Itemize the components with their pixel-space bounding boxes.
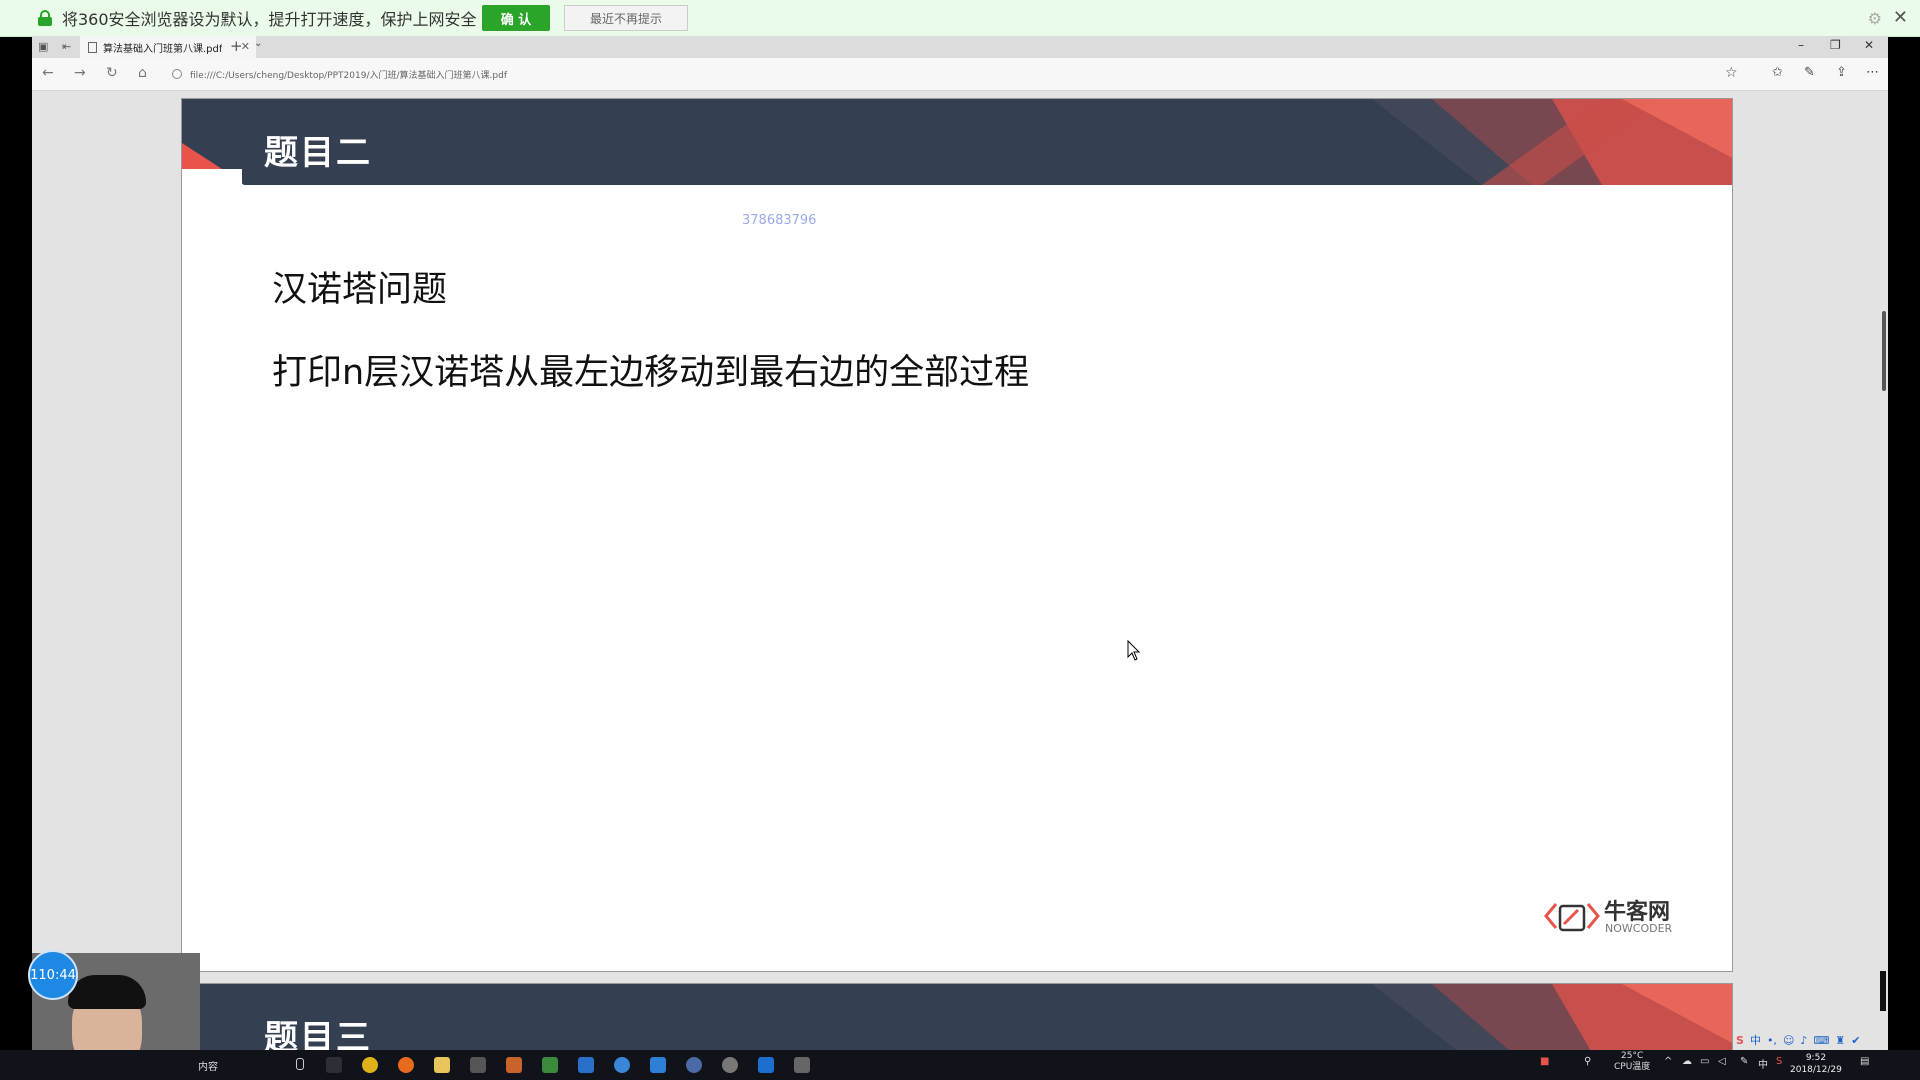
minimize-button[interactable]: –	[1798, 38, 1804, 52]
chrome-icon[interactable]	[362, 1057, 378, 1073]
forward-icon[interactable]: →	[74, 65, 86, 81]
home-icon[interactable]: ⌂	[138, 65, 147, 81]
close-icon[interactable]: ✕	[1893, 7, 1908, 28]
notification-center-icon[interactable]: ▤	[1860, 1056, 1869, 1067]
taskbar-clock[interactable]: 9:52 2018/12/29	[1790, 1052, 1842, 1076]
browser-window: ▣ ⇤ 算法基础入门班第八课.pdf ✕ + ⌄ – ❐ ✕ ← → ↻ ⌂ f…	[32, 36, 1888, 1050]
slide-page-1: 题目二 378683796 汉诺塔问题 打印n层汉诺塔从最左边移动到最右边的全部…	[181, 98, 1733, 972]
sogou-tray-icon[interactable]: S	[1776, 1056, 1782, 1067]
slide-title-2: 题目三	[264, 1018, 372, 1050]
app-icon-8[interactable]	[722, 1057, 738, 1073]
pdf-viewer[interactable]: 题目二 378683796 汉诺塔问题 打印n层汉诺塔从最左边移动到最右边的全部…	[32, 91, 1888, 1050]
mouse-cursor-icon	[1127, 640, 1141, 661]
recording-timer: 110:44	[28, 950, 78, 1000]
restore-tab-icon[interactable]: ⇤	[62, 40, 71, 53]
question-title: 汉诺塔问题	[272, 270, 448, 310]
address-bar-row: ← → ↻ ⌂ file:///C:/Users/cheng/Desktop/P…	[32, 58, 1888, 91]
scrollbar-thumb[interactable]	[1882, 311, 1886, 391]
notification-message: 将360安全浏览器设为默认，提升打开速度，保护上网安全	[62, 10, 477, 29]
slide-header: 题目二	[182, 99, 1732, 185]
cloud-icon[interactable]: ☁	[1682, 1056, 1692, 1067]
more-icon[interactable]: ⋯	[1866, 65, 1879, 80]
windows-taskbar: 内容 ■ ⚲ 25°C CPU温度 ^ ☁ ▭ ◁ ✎ 中 S 9:52 201…	[0, 1050, 1920, 1080]
ime-toolbar[interactable]: S 中 •, ☺ ♪ ⌨ ♜ ✔	[1736, 1030, 1860, 1050]
app-icon-9[interactable]	[794, 1057, 810, 1073]
tray-lang[interactable]: 中	[1758, 1056, 1768, 1071]
presenter-hair	[68, 975, 146, 1009]
dont-remind-button[interactable]: 最近不再提示	[564, 5, 688, 31]
app-icon-1[interactable]	[470, 1057, 486, 1073]
header-decoration	[182, 99, 1732, 185]
monitor-icon[interactable]: ▭	[1700, 1056, 1709, 1067]
app-icon-5[interactable]	[614, 1057, 630, 1073]
sogou-icon[interactable]: S	[1736, 1034, 1744, 1047]
app-icon-4[interactable]	[578, 1057, 594, 1073]
question-description: 打印n层汉诺塔从最左边移动到最右边的全部过程	[272, 353, 1030, 393]
bookmark-star-icon[interactable]: ☆	[1725, 65, 1738, 81]
nowcoder-logo-icon	[1544, 903, 1600, 932]
slide-page-2: 题目三	[181, 983, 1733, 1050]
document-icon	[88, 41, 97, 53]
lock-icon	[38, 10, 52, 26]
app-icon-3[interactable]	[542, 1057, 558, 1073]
app-icon-2[interactable]	[506, 1057, 522, 1073]
scrollbar-handle[interactable]	[1880, 971, 1886, 1011]
slide-title: 题目二	[264, 133, 372, 173]
file-explorer-icon[interactable]	[434, 1057, 450, 1073]
new-tab-button[interactable]: +	[230, 37, 243, 55]
url-field[interactable]: file:///C:/Users/cheng/Desktop/PPT2019/入…	[172, 63, 1732, 85]
maximize-button[interactable]: ❐	[1830, 38, 1841, 52]
share-icon[interactable]: ⇪	[1836, 65, 1847, 80]
confirm-button[interactable]: 确 认	[482, 5, 550, 31]
close-window-button[interactable]: ✕	[1864, 38, 1874, 52]
mic-icon[interactable]: ♪	[1800, 1034, 1807, 1047]
back-icon[interactable]: ←	[42, 65, 54, 81]
header-decoration-2	[1372, 984, 1732, 1050]
watermark-text: 378683796	[742, 213, 817, 228]
shirt-icon[interactable]: ♜	[1835, 1034, 1845, 1047]
edge-icon[interactable]	[758, 1057, 774, 1073]
slide-header-2: 题目三	[182, 984, 1732, 1050]
chevron-down-icon[interactable]: ⌄	[254, 38, 262, 49]
cpu-temp-value: 25°C	[1621, 1051, 1644, 1061]
tab-bar: ▣ ⇤ 算法基础入门班第八课.pdf ✕ + ⌄ – ❐ ✕	[32, 36, 1888, 58]
clock-date: 2018/12/29	[1790, 1065, 1842, 1075]
taskbar-search[interactable]: 内容	[198, 1054, 310, 1076]
emoji-icon[interactable]: ☺	[1783, 1034, 1794, 1047]
favorites-icon[interactable]: ✩	[1772, 65, 1783, 80]
punctuation-icon[interactable]: •,	[1767, 1034, 1777, 1047]
tab-title: 算法基础入门班第八课.pdf	[103, 43, 223, 55]
tray-app-icon[interactable]: ■	[1540, 1056, 1549, 1067]
nowcoder-logo: 牛客网 NOWCODER	[1542, 894, 1702, 938]
reload-icon[interactable]: ↻	[106, 65, 118, 81]
task-view-icon[interactable]	[326, 1057, 342, 1073]
ime-lang[interactable]: 中	[1750, 1032, 1761, 1048]
search-placeholder: 内容	[198, 1061, 218, 1073]
keyboard-icon[interactable]: ⌨	[1813, 1034, 1829, 1047]
tray-network-icon[interactable]: ⚲	[1584, 1056, 1591, 1067]
wrench-icon[interactable]: ✔	[1851, 1034, 1860, 1047]
firefox-icon[interactable]	[398, 1057, 414, 1073]
chevron-up-icon[interactable]: ^	[1664, 1056, 1672, 1067]
pen-tray-icon[interactable]: ✎	[1740, 1056, 1748, 1067]
pen-icon[interactable]: ✎	[1804, 65, 1815, 80]
logo-sub-text: NOWCODER	[1605, 922, 1673, 935]
clock-time: 9:52	[1805, 1053, 1827, 1063]
cpu-temp: 25°C CPU温度	[1614, 1051, 1650, 1073]
info-icon	[172, 69, 182, 79]
app-icon-7[interactable]	[686, 1057, 702, 1073]
gear-icon[interactable]: ⚙	[1868, 9, 1882, 28]
mic-icon[interactable]	[296, 1058, 304, 1070]
default-browser-notification: 将360安全浏览器设为默认，提升打开速度，保护上网安全 确 认 最近不再提示 ⚙…	[0, 0, 1920, 37]
cpu-temp-label: CPU温度	[1614, 1062, 1651, 1072]
url-text: file:///C:/Users/cheng/Desktop/PPT2019/入…	[190, 70, 507, 81]
volume-icon[interactable]: ◁	[1718, 1056, 1726, 1067]
window-menu-icon[interactable]: ▣	[38, 40, 48, 53]
app-icon-6[interactable]	[650, 1057, 666, 1073]
